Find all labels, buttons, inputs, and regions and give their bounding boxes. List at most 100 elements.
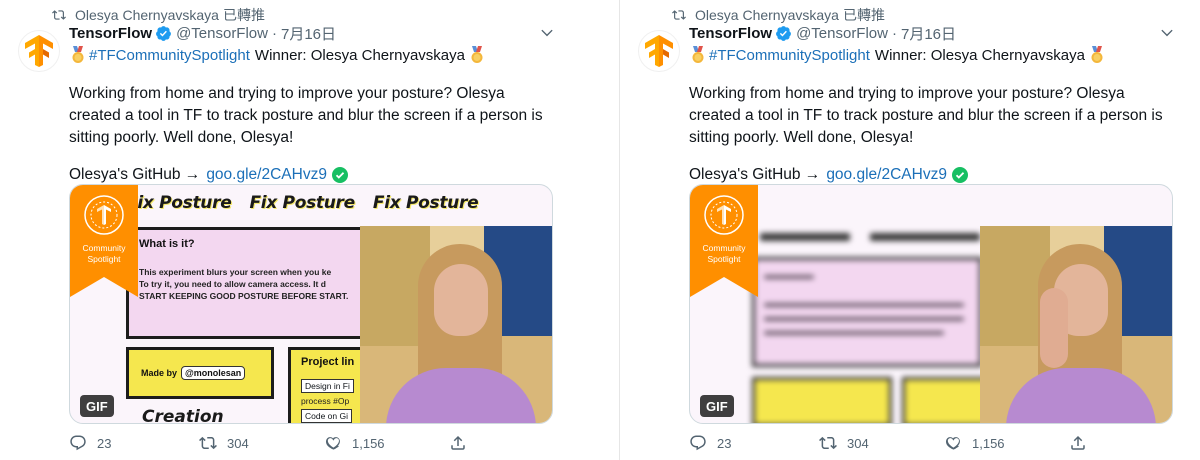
- person-face: [434, 264, 488, 336]
- hashtag-link[interactable]: #TFCommunitySpotlight: [89, 47, 250, 64]
- what-line: START KEEPING GOOD POSTURE BEFORE START.: [139, 291, 349, 301]
- tweet-headline: #TFCommunitySpotlight Winner: Olesya Che…: [69, 45, 555, 65]
- checkmark-icon: [951, 167, 968, 183]
- tensorflow-logo-icon: [645, 35, 673, 67]
- community-spotlight-badge: Community Spotlight: [70, 185, 138, 297]
- blur-mark: [870, 233, 980, 241]
- separator-dot: ·: [271, 24, 277, 42]
- tweet-body: Working from home and trying to improve …: [689, 85, 1163, 146]
- retweet-icon: [52, 10, 66, 20]
- badge-line: Community: [83, 243, 127, 253]
- chevron-down-icon[interactable]: [539, 25, 555, 41]
- reply-count: 23: [97, 435, 112, 451]
- reply-button[interactable]: 23: [69, 434, 199, 452]
- gif-badge: GIF: [80, 395, 114, 417]
- what-line: To try it, you need to allow camera acce…: [139, 279, 326, 289]
- blur-mark: [764, 331, 944, 335]
- retweet-count: 304: [227, 435, 249, 451]
- community-spotlight-badge: Community Spotlight: [690, 185, 758, 297]
- retweeter-name[interactable]: Olesya Chernyavskaya: [695, 7, 839, 23]
- medal-icon: [692, 46, 704, 63]
- github-line: Olesya's GitHub → goo.gle/2CAHvz9: [69, 165, 555, 185]
- gif-media[interactable]: Community Spotlight GIF: [689, 184, 1173, 424]
- author-name[interactable]: TensorFlow: [689, 25, 772, 42]
- share-icon: [451, 435, 465, 450]
- share-button[interactable]: [449, 434, 467, 452]
- avatar[interactable]: [18, 30, 60, 72]
- medal-icon: [471, 46, 483, 63]
- blur-mark: [760, 233, 850, 241]
- retweet-count: 304: [847, 435, 869, 451]
- github-link[interactable]: goo.gle/2CAHvz9: [206, 166, 327, 184]
- tweet-body: Working from home and trying to improve …: [69, 85, 543, 146]
- author-handle[interactable]: @TensorFlow: [796, 25, 888, 42]
- project-link: Code on Gi: [301, 409, 352, 423]
- person-shirt: [1006, 368, 1156, 423]
- like-count: 1,156: [972, 435, 1005, 451]
- blur-box: [752, 377, 892, 423]
- tweet-actions: 23 304 1,156: [689, 433, 1109, 453]
- tweet[interactable]: Olesya Chernyavskaya 已轉推 TensorFlow @Ten…: [0, 0, 560, 460]
- tweet-headline: #TFCommunitySpotlight Winner: Olesya Che…: [689, 45, 1175, 65]
- reply-icon: [70, 435, 86, 451]
- what-title: What is it?: [139, 238, 195, 250]
- badge-line: Spotlight: [707, 254, 741, 264]
- gif-media[interactable]: Fix Posture Fix Posture Fix Posture What…: [69, 184, 553, 424]
- made-by-box: Made by @monolesan: [126, 347, 274, 399]
- headline-text: Winner: Olesya Chernyavskaya: [254, 46, 465, 64]
- author-handle[interactable]: @TensorFlow: [176, 25, 268, 42]
- what-is-it-box: What is it? This experiment blurs your s…: [126, 227, 376, 339]
- like-count: 1,156: [352, 435, 385, 451]
- github-label: Olesya's GitHub →: [69, 166, 201, 183]
- share-button[interactable]: [1069, 434, 1087, 452]
- made-by-label: Made by: [141, 368, 178, 378]
- like-button[interactable]: 1,156: [944, 434, 1069, 452]
- tweet-content: TensorFlow @TensorFlow · 7月16日 #TFCommun…: [69, 22, 555, 185]
- author-name[interactable]: TensorFlow: [69, 25, 152, 42]
- tweet-header: TensorFlow @TensorFlow · 7月16日: [69, 22, 555, 44]
- reply-icon: [690, 435, 706, 451]
- fix-posture-strip: Fix Posture Fix Posture Fix Posture: [70, 185, 552, 221]
- checkmark-icon: [331, 167, 348, 183]
- verified-badge-icon: [776, 25, 791, 41]
- tweet-date[interactable]: 7月16日: [281, 23, 336, 44]
- tweet[interactable]: Olesya Chernyavskaya 已轉推 TensorFlow @Ten…: [620, 0, 1180, 460]
- badge-line: Community: [703, 243, 747, 253]
- medal-icon: [1091, 46, 1103, 63]
- separator-dot: ·: [891, 24, 897, 42]
- avatar[interactable]: [638, 30, 680, 72]
- reply-button[interactable]: 23: [689, 434, 819, 452]
- tweet-header: TensorFlow @TensorFlow · 7月16日: [689, 22, 1175, 44]
- retweet-icon: [819, 436, 837, 450]
- hashtag-link[interactable]: #TFCommunitySpotlight: [709, 47, 870, 64]
- github-link[interactable]: goo.gle/2CAHvz9: [826, 166, 947, 184]
- tweet-date[interactable]: 7月16日: [901, 23, 956, 44]
- retweet-button[interactable]: 304: [199, 434, 324, 452]
- blur-mark: [764, 275, 814, 279]
- blur-mark: [764, 303, 964, 307]
- blur-box: [752, 257, 982, 367]
- creation-heading: Creation: [142, 407, 224, 424]
- medal-icon: [72, 46, 84, 63]
- strip-title: Fix Posture: [372, 193, 479, 213]
- like-button[interactable]: 1,156: [324, 434, 449, 452]
- retweet-icon: [199, 436, 217, 450]
- tweet-content: TensorFlow @TensorFlow · 7月16日 #TFCommun…: [689, 22, 1175, 185]
- tweet-actions: 23 304 1,156: [69, 433, 489, 453]
- made-by-handle: @monolesan: [181, 366, 246, 380]
- like-icon: [326, 437, 340, 450]
- retweeter-name[interactable]: Olesya Chernyavskaya: [75, 7, 219, 23]
- chevron-down-icon[interactable]: [1159, 25, 1175, 41]
- what-line: This experiment blurs your screen when y…: [139, 267, 332, 277]
- share-icon: [1071, 435, 1085, 450]
- tensorflow-logo-icon: [25, 35, 53, 67]
- github-line: Olesya's GitHub → goo.gle/2CAHvz9: [689, 165, 1175, 185]
- gif-badge: GIF: [700, 395, 734, 417]
- strip-title: Fix Posture: [126, 193, 232, 213]
- verified-badge-icon: [156, 25, 171, 41]
- blur-mark: [764, 317, 964, 321]
- blur-box: [902, 377, 992, 423]
- webcam-feed: [980, 226, 1172, 423]
- retweet-button[interactable]: 304: [819, 434, 944, 452]
- headline-text: Winner: Olesya Chernyavskaya: [874, 46, 1085, 64]
